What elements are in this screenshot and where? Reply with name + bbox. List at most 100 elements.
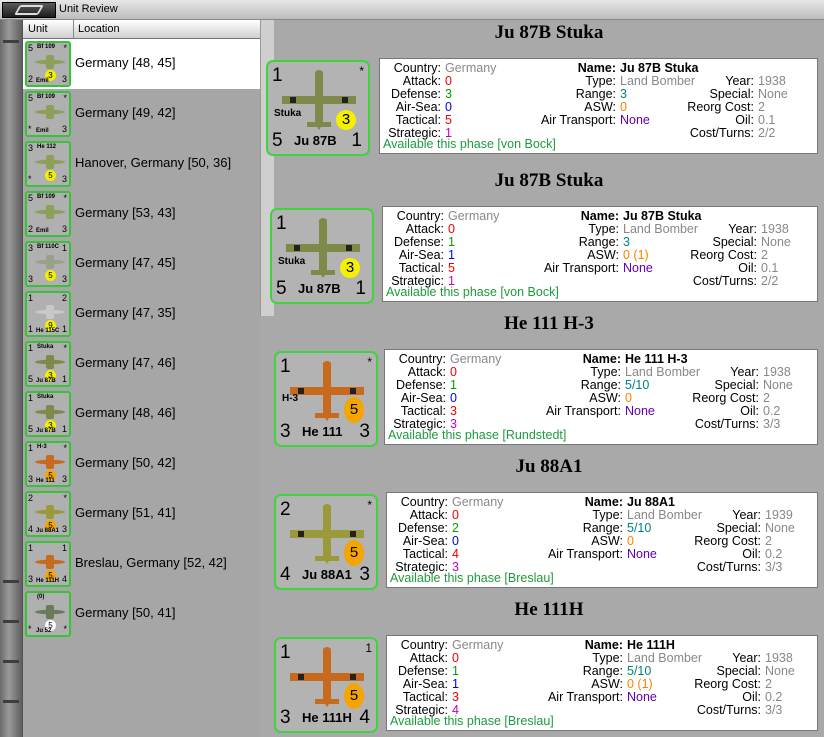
thumb-bottom-left-value: 2 — [28, 224, 34, 234]
thumb-bottom-left-value: 3 — [28, 474, 34, 484]
unit-location: Germany [49, 42] — [75, 105, 176, 120]
thumb-top-right-value: * — [63, 43, 67, 53]
thumb-top-left-value: 1 — [28, 443, 34, 453]
counter-bottom-left-value: 5 — [276, 278, 287, 299]
value-country: Germany — [450, 352, 502, 366]
rail-notch — [3, 620, 19, 623]
value-country: Germany — [452, 495, 504, 509]
unit-info-box: Country: Germany Attack: 0 Defense: 1 Air-Sea:… — [384, 349, 818, 445]
unit-location: Germany [48, 45] — [75, 55, 176, 70]
left-rail — [0, 20, 22, 737]
unit-list-row[interactable]: 5 Bf 109 * Emil * 3 Germany [49, 42] — [23, 89, 261, 139]
value-air-transport: None — [623, 261, 653, 275]
counter-strength-coin: 5 — [344, 397, 364, 423]
thumb-unit-name: He 115C — [36, 328, 60, 334]
unit-review-window: Unit Review Unit Location 5 Bf 109 * 3 E… — [0, 0, 824, 737]
thumb-bottom-right-value: 1 — [61, 424, 67, 434]
thumb-top-left-value: 3 — [28, 143, 34, 153]
window-menu-icon — [14, 5, 44, 15]
unit-counter[interactable]: 1 5 1 Ju 87B Stuka 3 — [270, 208, 374, 304]
value-cost-turns: 3/3 — [763, 417, 781, 431]
unit-counter[interactable]: 1 3 4 1 He 111H 5 — [274, 637, 378, 733]
thumb-top-right-value: 1 — [61, 543, 67, 553]
thumb-strength-coin: 5 — [45, 170, 56, 181]
unit-counter-thumbnail: 5 Bf 109 * 3 Emil 2 3 — [25, 41, 71, 87]
unit-counter-thumbnail: 1 Stuka * 3 Ju 87B 5 1 — [25, 341, 71, 387]
unit-list-row[interactable]: 3 Bf 110C 1 5 3 3 Germany [47, 45] — [23, 239, 261, 289]
aircraft-icon — [35, 505, 65, 519]
thumb-unit-name: He 111H — [36, 578, 60, 584]
unit-location: Germany [50, 42] — [75, 455, 176, 470]
thumb-top-right-value: 2 — [61, 293, 67, 303]
unit-info-box: Country: Germany Attack: 0 Defense: 1 Air-Sea:… — [386, 635, 818, 731]
thumb-bottom-left-value: * — [28, 174, 32, 184]
unit-list-row[interactable]: 5 Bf 109 * 3 Emil 2 3 Germany [48, 45] — [23, 39, 261, 89]
unit-location: Germany [47, 35] — [75, 305, 176, 320]
unit-list-row[interactable]: 1 1 5 He 111H 3 4 Breslau, Germany [52, … — [23, 539, 261, 589]
counter-top-right-mark: * — [367, 355, 372, 369]
unit-counter[interactable]: 1 3 3 * He 111 H-3 5 — [274, 351, 378, 447]
unit-counter[interactable]: 1 5 1 * Ju 87B Stuka 3 — [266, 60, 370, 156]
unit-location: Germany [53, 43] — [75, 205, 176, 220]
unit-detail-panel: Ju 87B Stuka 1 5 1 * Ju 87B Stuka 3 Country: Germ… — [266, 20, 824, 737]
unit-counter[interactable]: 2 4 3 * Ju 88A1 5 — [274, 494, 378, 590]
counter-top-left-value: 1 — [280, 642, 291, 663]
thumb-top-left-value: 3 — [28, 243, 34, 253]
thumb-unit-name: Ju 87B — [36, 428, 56, 434]
column-divider[interactable] — [73, 20, 74, 39]
thumb-top-left-value: 1 — [28, 293, 34, 303]
label-air-transport: Air Transport: — [547, 547, 623, 561]
unit-list-row[interactable]: 1 Stuka 3 Ju 87B 5 1 Germany [48, 46] — [23, 389, 261, 439]
counter-bottom-right-value: 4 — [359, 707, 370, 728]
counter-bottom-left-value: 5 — [272, 130, 283, 151]
unit-counter-thumbnail: 3 Bf 110C 1 5 3 3 — [25, 241, 71, 287]
column-header-location[interactable]: Location — [78, 23, 120, 35]
counter-unit-name: Ju 88A1 — [302, 567, 352, 582]
value-country: Germany — [448, 209, 500, 223]
window-menu-button[interactable] — [2, 2, 56, 18]
counter-strength-coin: 5 — [344, 540, 364, 566]
counter-top-left-value: 1 — [276, 213, 287, 234]
thumb-unit-name: He 111 — [36, 478, 55, 484]
counter-bottom-right-value: 3 — [359, 421, 370, 442]
thumb-top-label: Bf 110C — [37, 244, 60, 250]
thumb-bottom-right-value: 3 — [61, 124, 67, 134]
counter-top-left-value: 1 — [280, 356, 291, 377]
label-cost-turns: Cost/Turns: — [696, 703, 761, 717]
aircraft-icon — [35, 255, 65, 269]
availability-status: Available this phase [von Bock] — [386, 285, 559, 299]
counter-unit-name: He 111 — [302, 424, 343, 439]
counter-strength-coin: 3 — [336, 110, 356, 130]
thumb-top-label: Bf 109 — [37, 194, 56, 200]
thumb-top-left-value: 5 — [28, 43, 34, 53]
thumb-bottom-right-value: 4 — [61, 574, 67, 584]
availability-status: Available this phase [von Bock] — [383, 137, 556, 151]
aircraft-icon — [35, 105, 65, 119]
thumb-bottom-left-value: 2 — [28, 74, 34, 84]
unit-title: Ju 87B Stuka — [494, 170, 604, 191]
unit-counter-thumbnail: 1 Stuka 3 Ju 87B 5 1 — [25, 391, 71, 437]
unit-list-row[interactable]: 1 2 9 He 115C 1 1 Germany [47, 35] — [23, 289, 261, 339]
thumb-unit-name: Ju 88A1 — [36, 528, 60, 534]
thumb-top-left-value: 5 — [28, 93, 34, 103]
counter-bottom-right-value: 3 — [359, 564, 370, 585]
thumb-bottom-right-value: 1 — [61, 374, 67, 384]
aircraft-icon — [35, 205, 65, 219]
unit-list-row[interactable]: 3 He 112 5 * 3 Hanover, Germany [50, 36] — [23, 139, 261, 189]
unit-list-row[interactable]: 5 Bf 109 * Emil 2 3 Germany [53, 43] — [23, 189, 261, 239]
counter-top-left-value: 1 — [272, 65, 283, 86]
label-cost-turns: Cost/Turns: — [689, 126, 754, 140]
thumb-top-left-value: 2 — [28, 493, 34, 503]
thumb-unit-name: Ju 52 — [36, 628, 52, 634]
unit-list-row[interactable]: 1 Stuka * 3 Ju 87B 5 1 Germany [47, 46] — [23, 339, 261, 389]
thumb-unit-name: Emil — [36, 128, 49, 134]
value-cost-turns: 2/2 — [761, 274, 779, 288]
thumb-bottom-right-value: 3 — [61, 274, 67, 284]
thumb-top-left-value: 5 — [28, 193, 34, 203]
unit-list-row[interactable]: 1 H-3 * 5 He 111 3 3 Germany [50, 42] — [23, 439, 261, 489]
unit-list-row[interactable]: (0) 5 Ju 52 * * Germany [50, 41] — [23, 589, 261, 639]
column-header-unit[interactable]: Unit — [28, 23, 48, 35]
counter-bottom-left-value: 3 — [280, 707, 291, 728]
unit-list-row[interactable]: 2 * 5 Ju 88A1 4 3 Germany [51, 41] — [23, 489, 261, 539]
thumb-bottom-right-value: 3 — [61, 174, 67, 184]
